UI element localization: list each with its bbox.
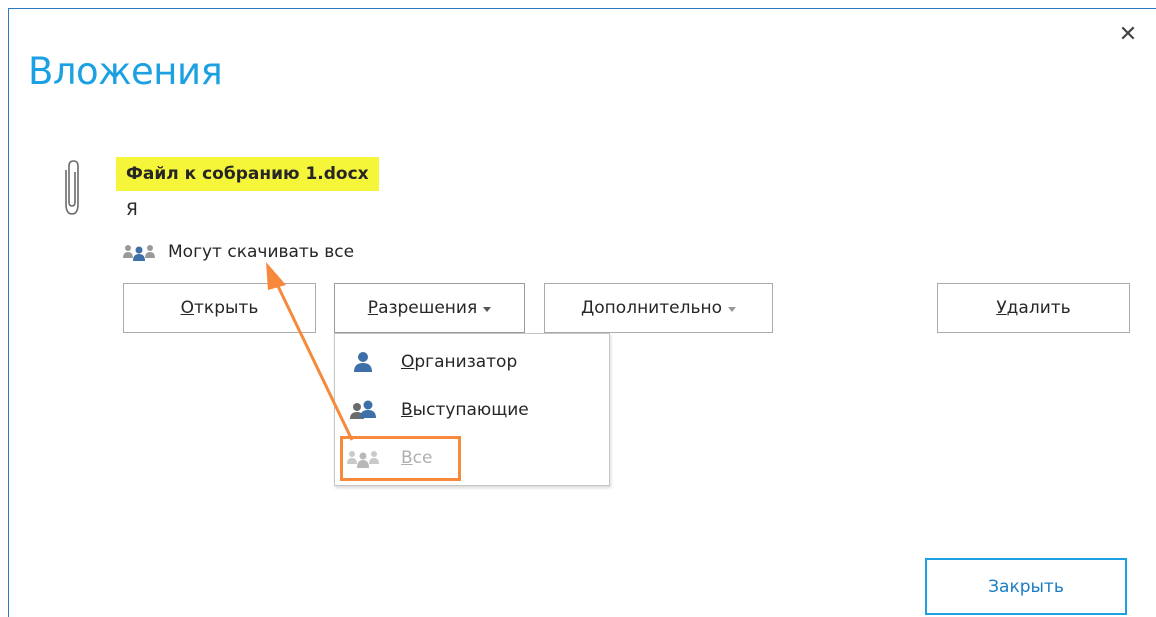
permission-status: Могут скачивать все	[122, 240, 354, 264]
delete-button[interactable]: Удалить	[937, 283, 1130, 333]
menu-item-organizer[interactable]: Организатор	[335, 342, 609, 382]
delete-button-accel: У	[996, 298, 1007, 318]
menu-item-organizer-text: рганизатор	[414, 352, 518, 372]
permissions-button-accel: Р	[367, 298, 379, 318]
menu-item-presenters-accel: В	[401, 400, 413, 420]
dialog-title: Вложения	[28, 50, 223, 93]
permission-status-text: Могут скачивать все	[168, 242, 355, 262]
chevron-down-icon	[483, 306, 492, 312]
paperclip-icon	[65, 160, 79, 215]
close-icon[interactable]: ✕	[1117, 24, 1139, 46]
menu-item-presenters-label: Выступающие	[401, 400, 529, 420]
presenters-icon	[350, 400, 376, 419]
open-button[interactable]: Открыть	[123, 283, 316, 333]
annotation-highlight-box	[340, 436, 461, 481]
attachment-file-name[interactable]: Файл к собранию 1.docx	[116, 157, 379, 191]
more-button-label: ополнительно	[594, 298, 722, 318]
menu-item-presenters-text: ыступающие	[412, 400, 529, 420]
everyone-icon	[123, 245, 155, 261]
chevron-down-icon	[728, 306, 736, 312]
attachment-owner: Я	[126, 200, 138, 220]
menu-item-presenters[interactable]: Выступающие	[335, 390, 609, 430]
open-button-label: ткрыть	[194, 298, 259, 318]
close-button[interactable]: Закрыть	[925, 558, 1127, 615]
delete-button-label: далить	[1006, 298, 1071, 318]
organizer-person-icon	[354, 352, 372, 372]
open-button-accel: О	[180, 298, 195, 318]
more-button-accel: Д	[581, 298, 595, 318]
permissions-button-label: азрешения	[378, 298, 478, 318]
menu-item-organizer-label: Организатор	[401, 352, 517, 372]
menu-item-organizer-accel: О	[401, 352, 415, 372]
more-options-button[interactable]: Дополнительно	[544, 283, 773, 333]
permissions-button[interactable]: Разрешения	[334, 283, 525, 333]
